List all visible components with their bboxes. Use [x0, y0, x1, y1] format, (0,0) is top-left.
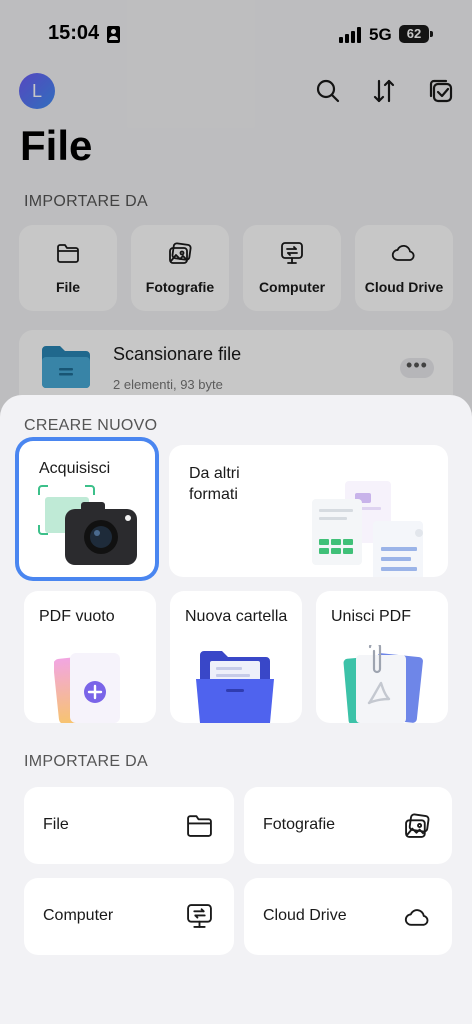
- create-card-label: Da altri formati: [189, 465, 240, 503]
- create-card-label: Acquisisci: [39, 460, 111, 477]
- import-row-label: Computer: [43, 907, 114, 924]
- photos-icon: [405, 813, 430, 838]
- import-computer-button[interactable]: Computer: [24, 878, 234, 955]
- documents-icon: [312, 481, 423, 577]
- import-photos-button[interactable]: Fotografie: [244, 787, 452, 864]
- create-other-formats-card[interactable]: Da altri formati: [169, 445, 448, 577]
- import-file-button[interactable]: File: [24, 787, 234, 864]
- folder-icon: [187, 815, 212, 837]
- import-row-label: File: [43, 816, 69, 833]
- create-card-label: PDF vuoto: [39, 608, 115, 625]
- import-row-label: Fotografie: [263, 816, 336, 833]
- merge-pdf-icon: [343, 645, 423, 723]
- create-card-label: Nuova cartella: [185, 608, 288, 625]
- cloud-icon: [404, 909, 429, 926]
- computer-icon: [187, 904, 212, 928]
- blank-pdf-icon: [54, 653, 120, 723]
- new-folder-icon: [196, 651, 274, 723]
- import-section-label: IMPORTARE DA: [24, 753, 148, 770]
- import-row-label: Cloud Drive: [263, 907, 347, 924]
- create-card-label: Unisci PDF: [331, 608, 412, 625]
- create-new-folder-card[interactable]: Nuova cartella: [170, 591, 302, 723]
- create-scan-card[interactable]: Acquisisci: [19, 441, 155, 577]
- create-merge-pdf-card[interactable]: Unisci PDF: [316, 591, 448, 723]
- create-sheet: CREARE NUOVO Acquisisci Da altri formati: [0, 395, 472, 1024]
- camera-icon: [38, 485, 137, 565]
- create-blank-pdf-card[interactable]: PDF vuoto: [24, 591, 156, 723]
- create-section-label: CREARE NUOVO: [24, 417, 158, 434]
- import-cloud-button[interactable]: Cloud Drive: [244, 878, 452, 955]
